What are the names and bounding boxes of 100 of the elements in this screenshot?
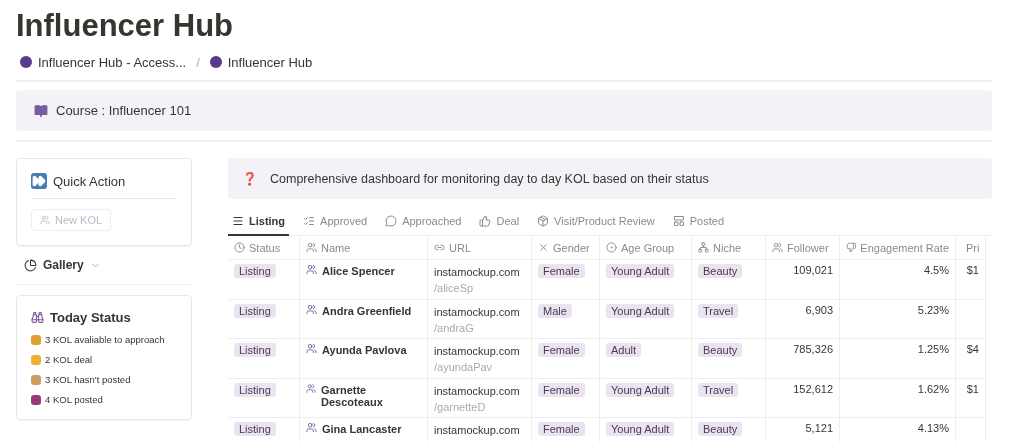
page-icon <box>209 56 222 68</box>
name-text: Andra Greenfield <box>306 303 412 317</box>
table-cell: $1 <box>966 382 979 395</box>
column-header[interactable]: Gender <box>532 236 600 260</box>
tag: Young Adult <box>606 382 675 397</box>
view-tab[interactable]: Listing <box>228 209 290 236</box>
breadcrumb-link[interactable]: Influencer Hub - Access... <box>20 54 187 70</box>
tag: Female <box>538 382 585 397</box>
url-path[interactable]: /aliceSp <box>434 280 525 296</box>
book-icon <box>34 103 48 118</box>
column-header[interactable]: Status <box>228 236 300 260</box>
view-tab[interactable]: Approved <box>299 209 372 236</box>
tag: Travel <box>698 382 739 397</box>
tag: Travel <box>698 303 739 318</box>
callout-text[interactable]: Course : Influencer 101 <box>56 103 192 118</box>
table-cell: 5.23% <box>917 303 949 316</box>
tag: Female <box>538 264 585 278</box>
tag: Listing <box>234 303 276 318</box>
page-title: Influencer Hub <box>16 7 234 45</box>
column-header[interactable]: Follower <box>766 236 840 260</box>
card-title: Quick Action <box>53 173 126 189</box>
table-cell: 6,903 <box>805 303 833 316</box>
name-text: Garnette Descoteaux <box>306 382 421 408</box>
page-icon <box>20 56 32 68</box>
view-tab[interactable]: Deal <box>475 209 524 236</box>
cross-icon <box>538 242 549 253</box>
view-tab[interactable]: Visit/Product Review <box>533 209 659 236</box>
tag: Female <box>538 343 585 357</box>
people-icon <box>306 382 316 394</box>
name-text: Ayunda Pavlova <box>306 343 407 356</box>
layout-icon <box>672 215 685 227</box>
tag: Young Adult <box>606 264 675 278</box>
tag: Listing <box>234 382 276 397</box>
column-header[interactable]: Niche <box>692 236 766 260</box>
question-mark: ❓ <box>242 171 258 186</box>
status-text: 4 KOL posted <box>45 394 103 405</box>
name-text: Gina Lancaster <box>306 422 402 435</box>
view-tab[interactable]: Approached <box>381 209 466 236</box>
people-icon <box>772 242 783 253</box>
people-icon <box>40 215 50 225</box>
column-header[interactable]: Pri <box>956 236 986 260</box>
table-cell: 5,121 <box>805 422 833 434</box>
pie-chart-icon <box>24 258 37 272</box>
url-text[interactable]: instamockup.com <box>434 264 525 280</box>
tag: Male <box>538 303 572 318</box>
table-cell: 785,326 <box>793 343 833 355</box>
url-path[interactable]: /ayundaPav <box>434 359 525 375</box>
tag: Listing <box>234 422 276 436</box>
table-cell: $4 <box>966 343 979 355</box>
people-icon <box>306 242 317 253</box>
url-text[interactable]: instamockup.com <box>434 422 525 438</box>
thumbs-up-icon <box>479 215 492 227</box>
checklist-icon <box>303 215 316 227</box>
card-title: Today Status <box>50 310 131 325</box>
table-cell: 1.62% <box>917 382 949 395</box>
url-text[interactable]: instamockup.com <box>434 343 525 359</box>
table-cell: 1.25% <box>917 343 949 355</box>
name-text: Alice Spencer <box>306 264 395 277</box>
table-cell: 4.5% <box>923 264 949 276</box>
table-cell: $1 <box>966 264 979 276</box>
tag: Listing <box>234 264 276 278</box>
people-icon <box>306 303 317 315</box>
column-header[interactable]: Age Group <box>600 236 692 260</box>
target-icon <box>606 242 617 253</box>
table-cell: 109,021 <box>793 264 833 276</box>
people-icon <box>306 422 317 433</box>
chat-icon <box>385 215 398 227</box>
box-icon <box>537 215 550 227</box>
tag: Beauty <box>698 264 743 278</box>
status-text: 3 KOL hasn't posted <box>45 374 131 385</box>
gallery-label[interactable]: Gallery <box>43 258 84 272</box>
menu-icon <box>232 215 244 227</box>
status-text: 2 KOL deal <box>45 354 93 365</box>
tag: Adult <box>606 343 642 357</box>
tag: Beauty <box>698 343 743 357</box>
url-path[interactable]: /garnetteD <box>434 398 525 415</box>
url-path[interactable]: /andraG <box>434 319 525 336</box>
url-text[interactable]: instamockup.com <box>434 382 525 399</box>
column-header[interactable]: Engagement Rate <box>840 236 956 260</box>
tag: Young Adult <box>606 422 675 436</box>
table-cell: 152,612 <box>793 382 833 395</box>
people-icon <box>306 264 317 275</box>
clock-icon <box>234 242 245 253</box>
url-text[interactable]: instamockup.com <box>434 303 525 320</box>
view-tab[interactable]: Posted <box>668 209 729 236</box>
table-cell: 4.13% <box>917 422 949 434</box>
tag: Female <box>538 422 585 436</box>
thumbs-down-icon <box>846 242 857 253</box>
network-icon <box>698 242 709 253</box>
callout-text: Comprehensive dashboard for monitoring day to day KOL based on their status <box>270 171 709 186</box>
separator: / <box>196 54 200 70</box>
tag: Young Adult <box>606 303 675 318</box>
status-text: 3 KOL avaliable to approach <box>45 334 165 345</box>
link-icon <box>434 242 445 253</box>
column-header[interactable]: Name <box>300 236 428 260</box>
breadcrumb-link[interactable]: Influencer Hub <box>209 54 313 70</box>
column-header[interactable]: URL <box>428 236 532 260</box>
fast-forward-icon <box>31 173 47 189</box>
tag: Listing <box>234 343 276 357</box>
tag: Beauty <box>698 422 743 436</box>
